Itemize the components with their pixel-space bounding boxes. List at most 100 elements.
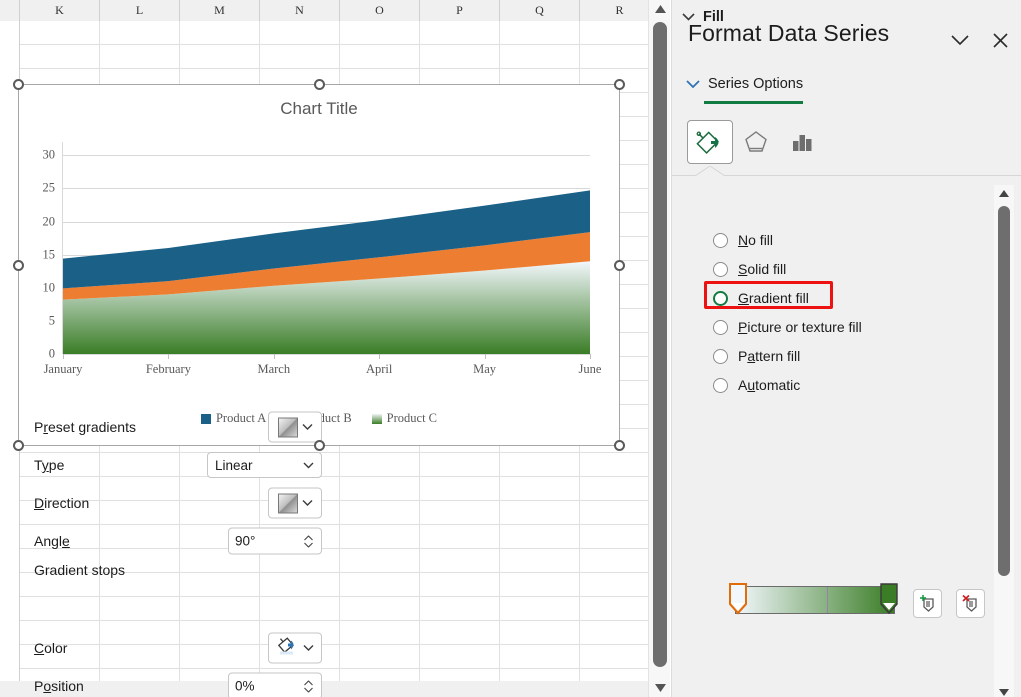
tab-fill-and-line[interactable] <box>687 120 733 164</box>
angle-spinner[interactable]: 90° <box>228 527 322 555</box>
column-header-n[interactable]: N <box>260 0 340 21</box>
selection-handle-top-right[interactable] <box>614 79 625 90</box>
selection-handle-bottom-right[interactable] <box>614 440 625 451</box>
x-axis-tick-mark <box>484 354 486 359</box>
gradient-type-dropdown[interactable]: Linear <box>207 452 322 478</box>
chart-plot-area[interactable]: 0 5 10 15 20 25 30 January February March April Ma… <box>43 142 601 376</box>
type-row: Type Linear <box>0 450 350 480</box>
series-options-section-toggle[interactable]: Series Options <box>686 76 803 94</box>
angle-row: Angle 90° <box>0 526 350 556</box>
radio-mark <box>713 377 728 393</box>
x-axis-tick-label: January <box>43 362 83 376</box>
y-axis-tick-label: 0 <box>48 346 55 361</box>
fill-section-label: Fill <box>703 9 724 25</box>
pane-icon-tabs <box>687 120 825 164</box>
worksheet-vertical-scrollbar[interactable] <box>648 0 670 697</box>
control-label: Preset gradients <box>34 419 136 435</box>
control-label: Position <box>34 678 84 694</box>
pane-header: Format Data Series <box>672 0 1021 62</box>
radio-label: Solid fill <box>738 261 787 277</box>
pane-scroll-thumb[interactable] <box>998 206 1010 576</box>
radio-mark <box>713 319 728 335</box>
x-axis-tick-mark <box>168 354 170 359</box>
chevron-down-icon <box>303 645 313 651</box>
chevron-down-icon <box>686 76 700 94</box>
direction-button[interactable] <box>268 487 322 519</box>
column-header-q[interactable]: Q <box>500 0 580 21</box>
selection-handle-middle-left[interactable] <box>13 260 24 271</box>
fill-color-button[interactable] <box>268 632 322 664</box>
selection-handle-middle-right[interactable] <box>614 260 625 271</box>
gradient-preview-bar <box>735 586 895 614</box>
radio-picture-or-texture-fill[interactable]: Picture or texture fill <box>713 316 862 338</box>
tab-series-options[interactable] <box>779 120 825 164</box>
chevron-down-icon <box>303 462 314 468</box>
chevron-down-icon[interactable] <box>946 26 974 54</box>
scroll-down-icon[interactable] <box>649 679 671 697</box>
add-gradient-stop-icon[interactable] <box>913 589 942 618</box>
scroll-up-icon[interactable] <box>649 0 671 18</box>
position-spinner[interactable]: 0% <box>228 672 322 697</box>
radio-mark <box>713 232 728 248</box>
pane-scroll-down-icon[interactable] <box>994 687 1014 697</box>
spinner-up-icon[interactable] <box>303 535 313 540</box>
x-axis-tick-label: June <box>578 362 602 376</box>
radio-label: Pattern fill <box>738 348 801 364</box>
radio-gradient-fill[interactable]: Gradient fill <box>713 287 809 309</box>
radio-mark <box>713 348 728 364</box>
column-header-p[interactable]: P <box>420 0 500 21</box>
chart-object[interactable]: Chart Title 0 5 10 15 20 25 30 January February… <box>13 79 625 451</box>
spinner-down-icon[interactable] <box>303 542 313 547</box>
remove-gradient-stop-icon[interactable] <box>956 589 985 618</box>
tab-effects[interactable] <box>733 120 779 164</box>
control-label: Angle <box>34 533 70 549</box>
select-all-corner[interactable] <box>0 0 20 21</box>
radio-label: Gradient fill <box>738 290 809 306</box>
direction-preview-swatch <box>277 493 298 513</box>
radio-label: No fill <box>738 232 774 248</box>
radio-mark <box>713 290 728 306</box>
gradient-stops-bar[interactable] <box>735 586 895 614</box>
radio-mark <box>713 261 728 277</box>
radio-automatic[interactable]: Automatic <box>713 374 800 396</box>
radio-label: Automatic <box>738 377 801 393</box>
y-axis-tick-label: 20 <box>42 214 56 228</box>
x-axis-tick-label: May <box>473 362 497 376</box>
gradient-stop-handle-0[interactable] <box>729 583 747 615</box>
radio-no-fill[interactable]: No fill <box>713 229 773 251</box>
gradient-type-value: Linear <box>215 457 253 473</box>
spinner-up-icon[interactable] <box>303 680 313 685</box>
pane-vertical-scrollbar[interactable] <box>994 185 1014 697</box>
column-header-k[interactable]: K <box>20 0 100 21</box>
y-axis-tick-label: 25 <box>42 180 56 195</box>
column-header-m[interactable]: M <box>180 0 260 21</box>
control-label: Direction <box>34 495 90 511</box>
gradient-preview-swatch <box>277 417 298 437</box>
spinner-arrows[interactable] <box>301 680 315 692</box>
control-label: Color <box>34 640 68 656</box>
selection-handle-top-left[interactable] <box>13 79 24 90</box>
spinner-arrows[interactable] <box>301 535 315 547</box>
preset-gradients-button[interactable] <box>268 411 322 443</box>
gradient-midpoint-mark <box>827 587 828 613</box>
close-icon[interactable] <box>986 26 1014 54</box>
selection-handle-bottom-center[interactable] <box>314 440 325 451</box>
legend-item[interactable]: Product C <box>371 411 437 426</box>
series-options-label: Series Options <box>708 76 804 92</box>
gradient-stop-handle-100[interactable] <box>880 583 898 615</box>
column-header-l[interactable]: L <box>100 0 180 21</box>
chart-title[interactable]: Chart Title <box>19 99 619 119</box>
pane-scroll-up-icon[interactable] <box>994 185 1014 201</box>
column-header-o[interactable]: O <box>340 0 420 21</box>
row-header-strip <box>0 21 20 681</box>
radio-pattern-fill[interactable]: Pattern fill <box>713 345 800 367</box>
selection-handle-top-center[interactable] <box>314 79 325 90</box>
x-axis-tick-label: March <box>257 362 291 376</box>
spinner-down-icon[interactable] <box>303 687 313 692</box>
selection-handle-bottom-left[interactable] <box>13 440 24 451</box>
position-row: Position 0% <box>0 671 350 697</box>
fill-section-toggle[interactable]: Fill <box>682 8 724 26</box>
radio-solid-fill[interactable]: Solid fill <box>713 258 786 280</box>
y-axis-tick-label: 5 <box>48 313 55 328</box>
worksheet-scroll-thumb[interactable] <box>653 22 667 667</box>
